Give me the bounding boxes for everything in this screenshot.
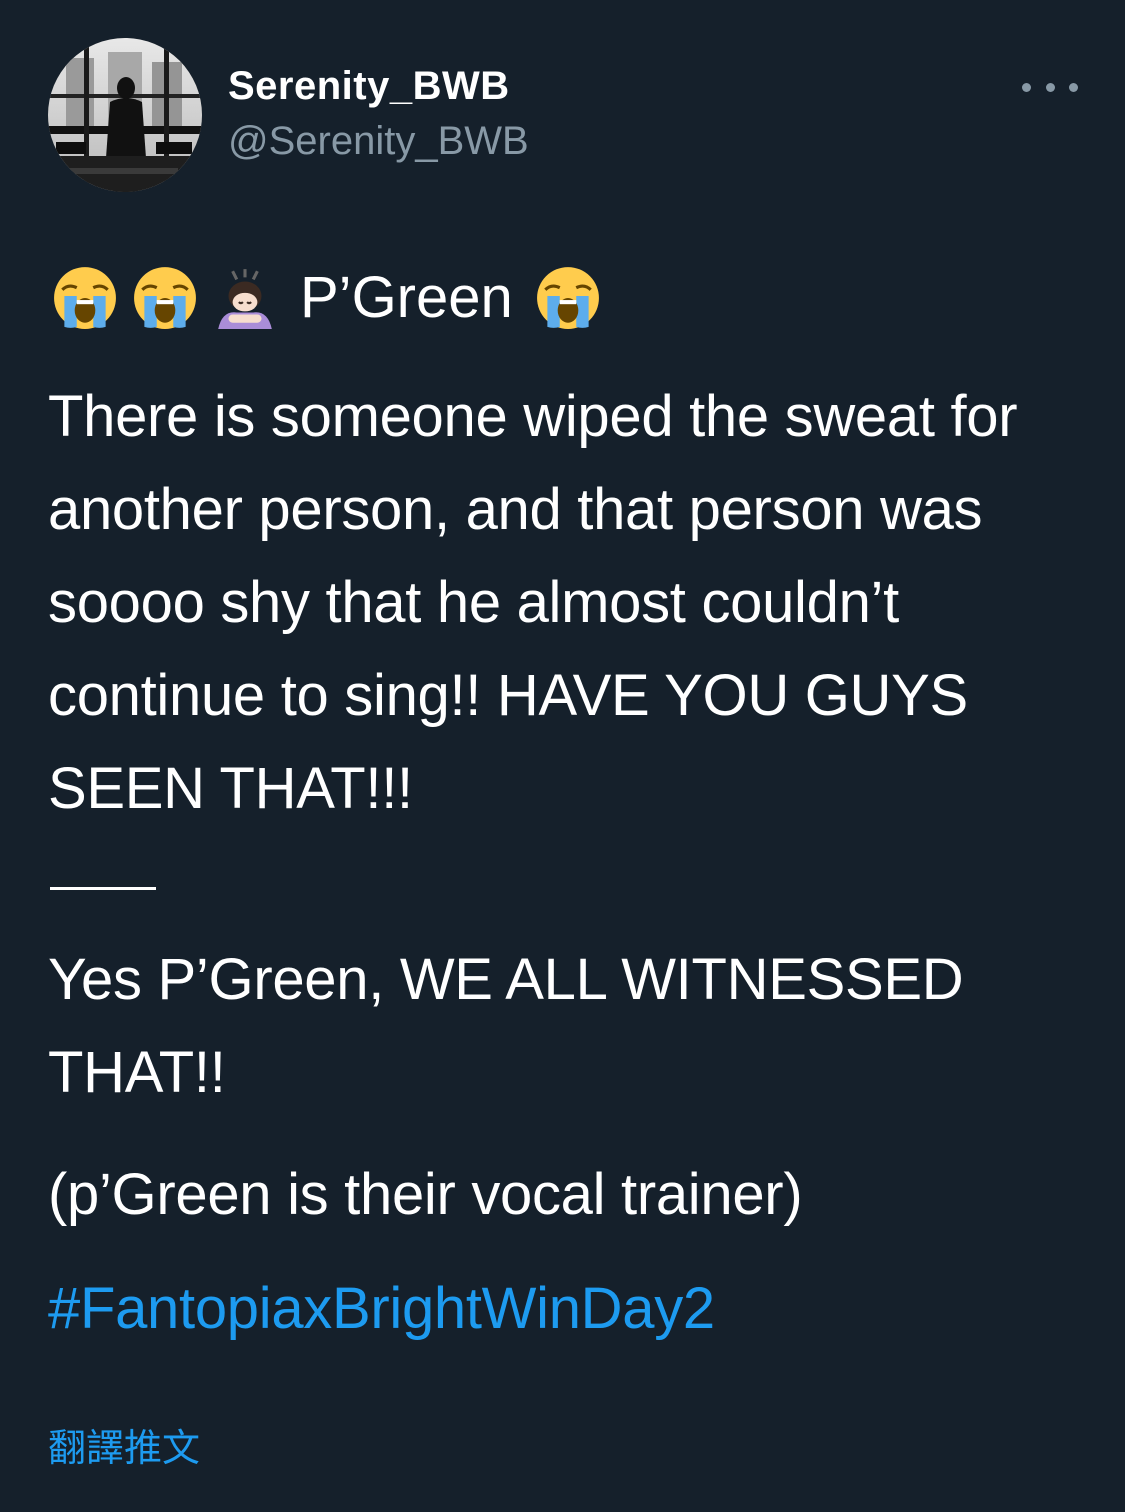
divider — [50, 887, 156, 890]
person-bowing-icon — [218, 269, 272, 329]
loudly-crying-face-icon — [54, 267, 116, 329]
dot — [1045, 82, 1055, 92]
translate-tweet-link[interactable]: 翻譯推文 — [48, 1424, 200, 1474]
emoji-line-text: P’Green — [300, 265, 513, 330]
dot — [1069, 82, 1078, 92]
display-name[interactable]: Serenity_BWB — [228, 64, 510, 109]
dot — [1022, 82, 1031, 92]
emoji-line: P’Green — [52, 262, 615, 334]
loudly-crying-face-icon — [134, 267, 196, 329]
more-options-icon[interactable] — [1022, 70, 1078, 104]
avatar[interactable] — [48, 38, 202, 192]
hashtag-link[interactable]: #FantopiaxBrightWinDay2 — [48, 1262, 715, 1355]
tweet: Serenity_BWB @Serenity_BWB P’Green There… — [0, 0, 1125, 1512]
tweet-note: (p’Green is their vocal trainer) — [48, 1162, 803, 1227]
tweet-body: There is someone wiped the sweat for ano… — [48, 384, 1018, 821]
tweet-reply-text: Yes P’Green, WE ALL WITNESSED THAT!! — [48, 947, 964, 1105]
user-handle[interactable]: @Serenity_BWB — [228, 119, 529, 164]
loudly-crying-face-icon — [536, 267, 599, 329]
